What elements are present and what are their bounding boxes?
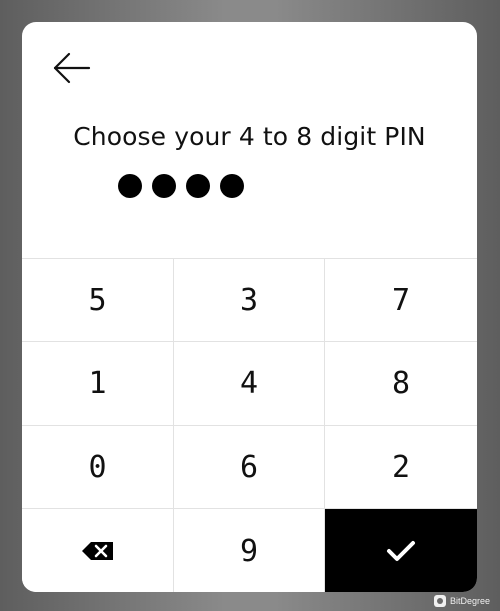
page-title: Choose your 4 to 8 digit PIN — [73, 122, 426, 151]
confirm-button[interactable] — [325, 509, 477, 592]
key-digit[interactable]: 2 — [325, 426, 477, 509]
key-digit[interactable]: 3 — [174, 259, 325, 342]
pin-dot — [118, 174, 142, 198]
watermark-text: BitDegree — [449, 596, 490, 606]
pin-setup-screen: Choose your 4 to 8 digit PIN 5 3 7 1 4 8… — [22, 22, 477, 592]
arrow-left-icon — [53, 52, 91, 84]
backspace-button[interactable] — [22, 509, 174, 592]
pin-indicator — [118, 174, 244, 198]
key-digit[interactable]: 9 — [174, 509, 325, 592]
backspace-icon — [81, 542, 113, 560]
key-digit[interactable]: 1 — [22, 342, 174, 426]
key-digit[interactable]: 8 — [325, 342, 477, 426]
numeric-keypad: 5 3 7 1 4 8 0 6 2 9 — [22, 258, 477, 592]
key-digit[interactable]: 6 — [174, 426, 325, 509]
checkmark-icon — [387, 541, 415, 561]
bitdegree-logo-icon — [433, 595, 446, 607]
key-digit[interactable]: 5 — [22, 259, 174, 342]
pin-dot — [186, 174, 210, 198]
key-digit[interactable]: 0 — [22, 426, 174, 509]
pin-dot — [152, 174, 176, 198]
back-button[interactable] — [52, 50, 92, 86]
pin-dot — [220, 174, 244, 198]
key-digit[interactable]: 7 — [325, 259, 477, 342]
watermark: BitDegree — [433, 595, 490, 607]
key-digit[interactable]: 4 — [174, 342, 325, 426]
